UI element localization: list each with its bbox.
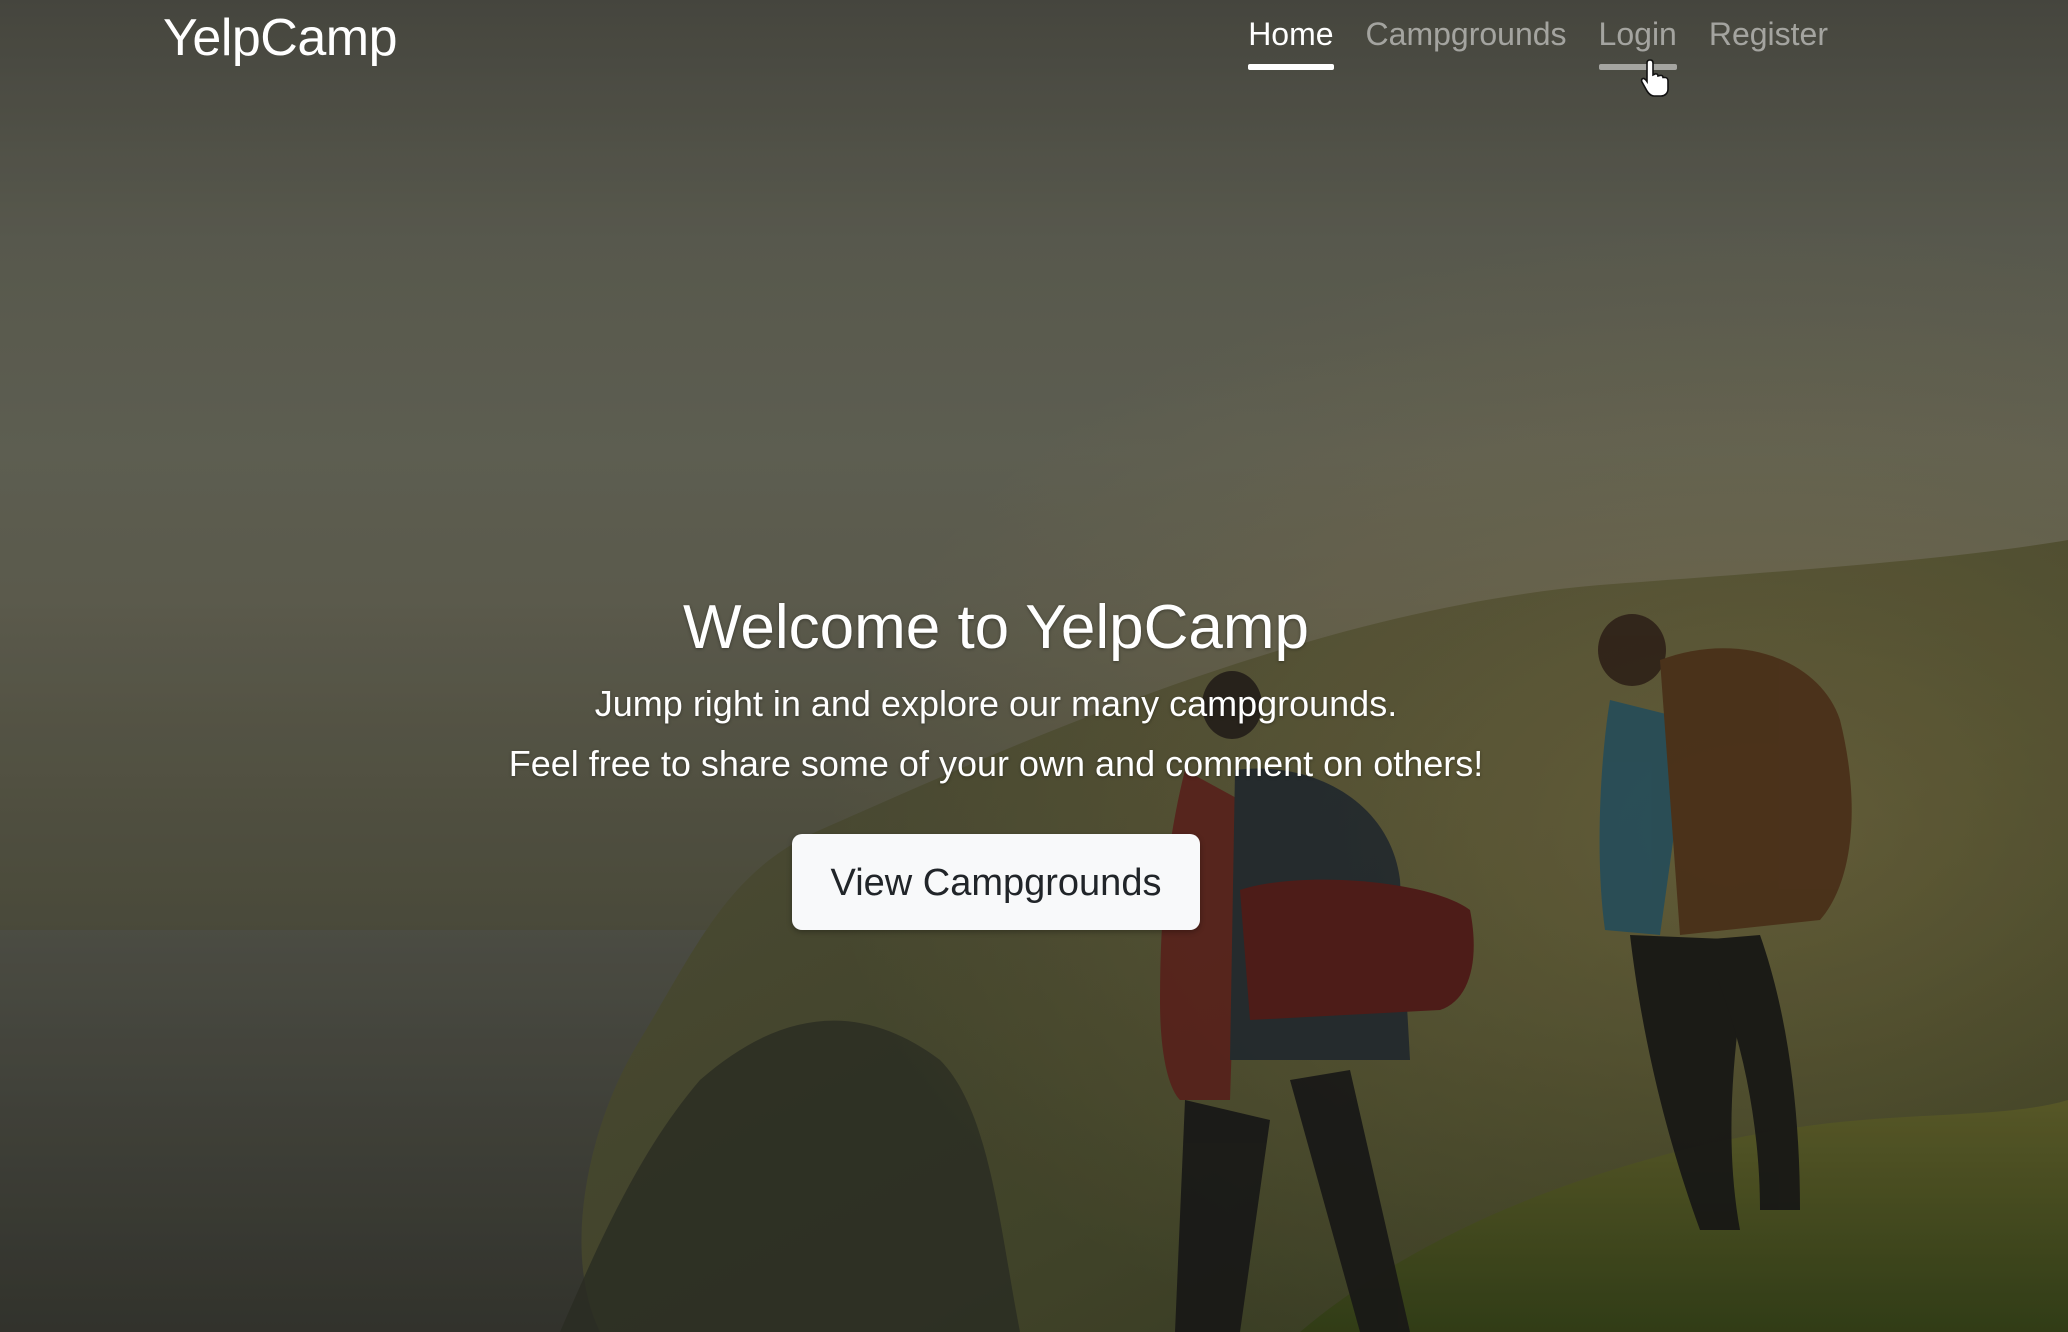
landing-page: YelpCamp Home Campgrounds Login Register…	[0, 0, 2068, 1332]
brand-logo[interactable]: YelpCamp	[163, 6, 398, 70]
hero-section: Welcome to YelpCamp Jump right in and ex…	[0, 588, 1992, 930]
nav-links: Home Campgrounds Login Register	[1248, 12, 1828, 70]
pointer-hand-icon	[1640, 59, 1669, 97]
nav-link-home[interactable]: Home	[1248, 12, 1334, 70]
hero-title: Welcome to YelpCamp	[682, 593, 1310, 662]
nav-link-register[interactable]: Register	[1709, 12, 1828, 70]
nav-link-campgrounds[interactable]: Campgrounds	[1366, 12, 1567, 70]
top-navbar: YelpCamp Home Campgrounds Login Register	[0, 0, 2068, 90]
hero-subtitle-line-2: Feel free to share some of your own and …	[508, 743, 1484, 784]
view-campgrounds-button[interactable]: View Campgrounds	[792, 834, 1200, 930]
hero-subtitle-line-1: Jump right in and explore our many campg…	[594, 683, 1398, 724]
